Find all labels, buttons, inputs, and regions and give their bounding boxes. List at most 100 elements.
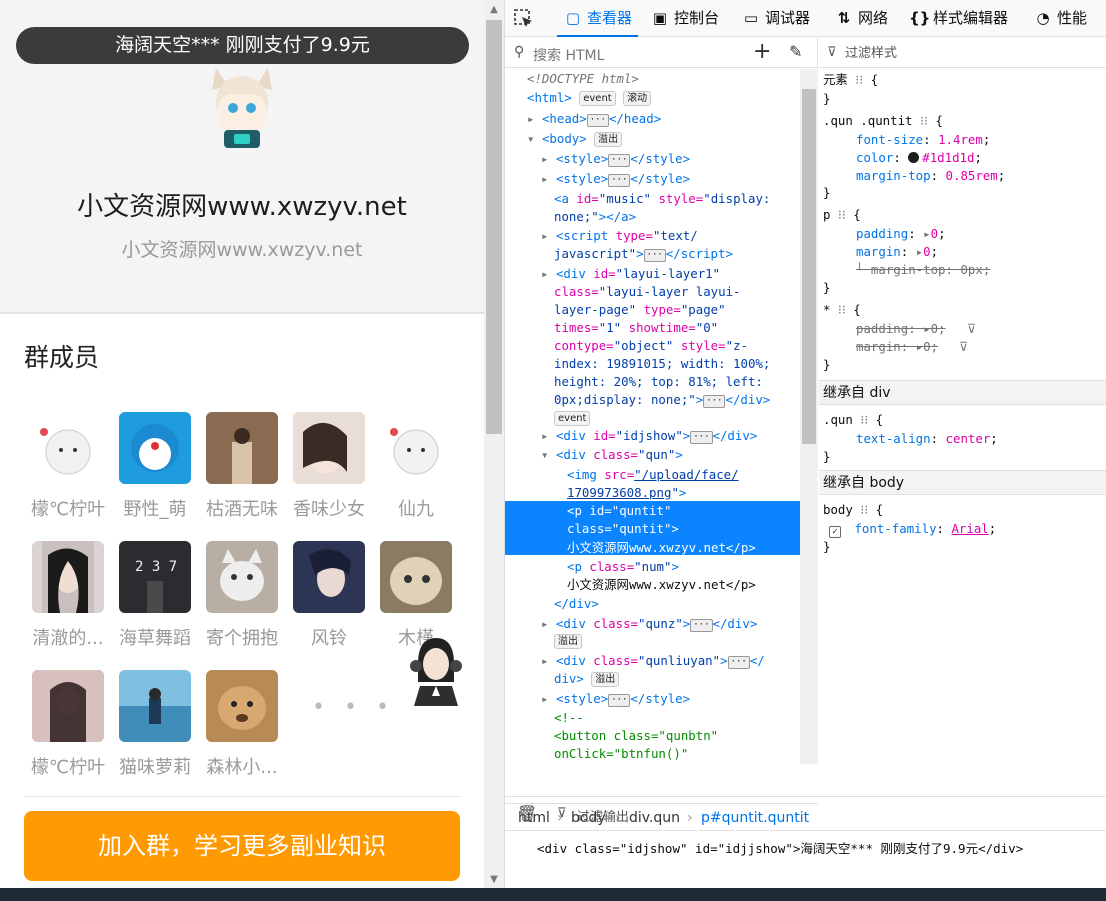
member-item[interactable]: 香味少女 <box>289 412 369 521</box>
member-item[interactable]: 檬℃柠叶 <box>28 670 108 779</box>
scroll-down-icon[interactable]: ▼ <box>484 874 504 885</box>
group-subtitle: 小文资源网www.xwzyv.net <box>121 239 363 261</box>
tree-node[interactable]: <img src="/upload/face/ <box>567 466 739 484</box>
css-declaration[interactable]: ✓ font-family: Arial; <box>829 520 996 538</box>
rule-selector[interactable]: body ⁝⁝ { <box>823 501 883 519</box>
member-name: 仙九 <box>398 499 434 520</box>
css-declaration[interactable]: margin: ▸0; <box>856 243 938 261</box>
filter-icon: ⊽ <box>827 45 837 60</box>
html-search-bar[interactable]: ⚲ 搜索 HTML + ✎ <box>505 38 818 68</box>
customer-service-avatar[interactable] <box>408 634 464 706</box>
tree-node[interactable]: <!DOCTYPE html> <box>527 70 639 88</box>
css-declaration-overridden[interactable]: margin: ▸0; <box>856 338 938 356</box>
rule-selector[interactable]: * ⁝⁝ { <box>823 301 861 319</box>
tab-debugger[interactable]: ▭ 调试器 <box>741 0 810 37</box>
member-item[interactable]: 仙九 <box>376 412 456 521</box>
member-item[interactable]: 野性_萌 <box>115 412 195 521</box>
css-declaration[interactable]: text-align: center; <box>856 430 998 448</box>
dom-tree-lower[interactable]: <p class="num"> 小文资源网www.xwzyv.net</p> <… <box>505 558 800 764</box>
enable-checkbox[interactable]: ✓ <box>829 526 841 538</box>
group-logo <box>206 64 278 150</box>
rule-selector[interactable]: .qun .quntit ⁝⁝ { <box>823 112 943 130</box>
overflow-badge[interactable]: 溢出 <box>594 132 623 147</box>
tab-performance[interactable]: ◔ 性能 <box>1033 0 1087 37</box>
css-declaration[interactable]: margin-top: 0.85rem; <box>856 167 1005 185</box>
css-declaration-overridden[interactable]: padding: ▸0; <box>856 320 946 338</box>
overflow-badge[interactable]: 溢出 <box>591 672 620 687</box>
more-members-indicator[interactable]: • • • <box>312 695 395 720</box>
member-avatar <box>380 412 452 484</box>
member-name: 风铃 <box>311 628 347 649</box>
member-item[interactable]: 2 3 7 海草舞蹈 <box>115 541 195 650</box>
member-item[interactable]: 寄个拥抱 <box>202 541 282 650</box>
performance-icon: ◔ <box>1036 9 1050 27</box>
tree-node[interactable]: <a id="music" style="display: <box>554 190 770 208</box>
eyedropper-icon[interactable]: ✎ <box>789 42 802 61</box>
filter-icon[interactable]: ⊽ <box>959 338 968 356</box>
member-item[interactable]: 清澈的... <box>28 541 108 650</box>
tree-node[interactable]: <html> event 滚动 <box>527 89 652 107</box>
search-input[interactable]: 搜索 HTML <box>533 45 604 65</box>
devtools-panel: ▢ 查看器 ▣ 控制台 ▭ 调试器 ⇅ 网络 {} 样式编辑器 ◔ 性能 ⚲ 搜索 HTML… <box>504 0 1106 888</box>
tree-node[interactable]: ▸ <div id="idjshow"> ··· </div> <box>541 427 757 445</box>
rule-selector[interactable]: 元素 ⁝⁝ { <box>823 71 878 89</box>
tree-node[interactable]: ▸ <script type="text/ <box>541 227 698 245</box>
rule-selector[interactable]: p ⁝⁝ { <box>823 206 861 224</box>
tab-network[interactable]: ⇅ 网络 <box>834 0 888 37</box>
console-filter-input[interactable]: 过滤输出 <box>577 806 629 825</box>
style-editor-icon: {} <box>909 9 931 27</box>
tree-node[interactable]: ▸ <div id="layui-layer1" <box>541 265 720 283</box>
join-group-button[interactable]: 加入群，学习更多副业知识 <box>24 811 460 881</box>
group-header: 海阔天空*** 刚刚支付了9.9元 小文资源网www.xwzyv.net 小文资… <box>0 0 484 314</box>
tree-node[interactable]: ▸ <head> ··· </head> <box>527 110 661 128</box>
page-scrollbar[interactable]: ▲ ▼ <box>484 0 504 888</box>
network-icon: ⇅ <box>837 9 851 27</box>
overflow-badge[interactable]: 溢出 <box>554 634 582 649</box>
scroll-up-icon[interactable]: ▲ <box>484 4 504 15</box>
scroll-badge[interactable]: 滚动 <box>623 91 652 106</box>
filter-icon[interactable]: ⊽ <box>967 320 976 338</box>
rule-selector[interactable]: .qun ⁝⁝ { <box>823 411 883 429</box>
member-item[interactable]: 森林小... <box>202 670 282 779</box>
tree-node[interactable]: ▾ <div class="qun"> <box>541 446 683 464</box>
member-name: 寄个拥抱 <box>206 628 278 649</box>
devtools-toolbar: ▢ 查看器 ▣ 控制台 ▭ 调试器 ⇅ 网络 {} 样式编辑器 ◔ 性能 <box>505 0 1106 37</box>
tree-node[interactable]: ▸ <style> ··· </style> <box>541 690 690 708</box>
search-icon: ⚲ <box>514 44 525 60</box>
filter-icon: ⊽ <box>557 806 567 821</box>
css-declaration[interactable]: font-size: 1.4rem; <box>856 131 990 149</box>
tree-node[interactable]: ▸ <style> ··· </style> <box>541 150 690 168</box>
tree-node[interactable]: ▾ <body> 溢出 <box>527 130 623 148</box>
mobile-page: 海阔天空*** 刚刚支付了9.9元 小文资源网www.xwzyv.net 小文资… <box>0 0 484 888</box>
scrollbar-thumb[interactable] <box>486 20 502 434</box>
markup-view: ⚲ 搜索 HTML + ✎ <!DOCTYPE html> <html> eve… <box>505 38 818 826</box>
css-declaration[interactable]: padding: ▸0; <box>856 225 946 243</box>
member-item[interactable]: 猫味萝莉 <box>115 670 195 779</box>
tab-style-editor[interactable]: {} 样式编辑器 <box>909 0 1008 37</box>
tree-node[interactable]: ▸ <div class="qunz"> ··· </div> <box>541 615 757 633</box>
selected-tree-node[interactable]: <p id="quntit" class="quntit"> 小文资源网www.… <box>505 501 800 555</box>
css-declaration[interactable]: color: #1d1d1d; <box>856 149 982 167</box>
scrollbar-thumb[interactable] <box>802 89 816 444</box>
event-badge[interactable]: event <box>554 411 591 426</box>
add-node-icon[interactable]: + <box>753 39 771 64</box>
markup-scrollbar[interactable] <box>800 69 818 764</box>
member-item[interactable]: 檬℃柠叶 <box>28 412 108 521</box>
tree-node[interactable]: ▸ <style> ··· </style> <box>541 170 690 188</box>
member-item[interactable]: 风铃 <box>289 541 369 650</box>
style-filter-input[interactable]: 过滤样式 <box>845 45 897 63</box>
tree-node[interactable]: ▸ <div class="qunliuyan"> ··· </ <box>541 652 765 670</box>
member-item[interactable]: 枯酒无味 <box>202 412 282 521</box>
color-swatch[interactable] <box>908 152 920 163</box>
inspector-icon: ▢ <box>565 9 581 27</box>
tab-console[interactable]: ▣ 控制台 <box>650 0 719 37</box>
event-badge[interactable]: event <box>579 91 616 106</box>
trash-icon[interactable]: 🗑 <box>517 804 537 823</box>
style-filter[interactable]: ⊽ 过滤样式 <box>819 38 1106 68</box>
css-declaration-overridden[interactable]: └ margin-top: 0px; <box>856 261 990 279</box>
tab-inspector[interactable]: ▢ 查看器 <box>557 0 639 37</box>
member-avatar <box>32 670 104 742</box>
tree-node[interactable]: <p class="num"> <box>567 558 679 576</box>
element-picker-icon[interactable] <box>513 8 535 30</box>
inherited-from-body: 继承自 body <box>819 470 1106 495</box>
